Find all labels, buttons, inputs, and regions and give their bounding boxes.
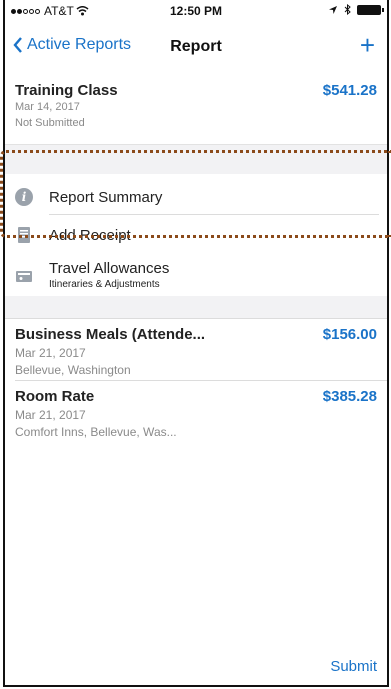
report-date: Mar 14, 2017 — [15, 101, 80, 113]
travel-allowance-icon — [16, 271, 32, 282]
report-summary-item[interactable]: i Report Summary — [5, 182, 387, 212]
bluetooth-icon — [344, 4, 351, 15]
expense-name: Room Rate — [15, 388, 95, 405]
battery-icon — [357, 4, 384, 15]
location-icon — [329, 5, 337, 14]
expense-date: Mar 21, 2017 — [15, 408, 86, 422]
report-summary-label: Report Summary — [49, 188, 163, 206]
travel-allowances-item[interactable]: Travel Allowances Itineraries & Adjustme… — [5, 258, 387, 294]
section-divider — [5, 296, 387, 319]
expense-entry[interactable]: Room Rate $385.28 Mar 21, 2017 Comfort I… — [5, 380, 387, 442]
submit-button[interactable]: Submit — [330, 658, 377, 675]
info-icon: i — [15, 188, 33, 206]
phone-screen: AT&T 12:50 PM Active Reports Report + Tr… — [3, 0, 389, 687]
expense-amount: $385.28 — [322, 388, 377, 405]
chevron-left-icon — [13, 37, 22, 53]
travel-allowances-sublabel: Itineraries & Adjustments — [49, 279, 160, 290]
add-button[interactable]: + — [360, 30, 375, 61]
status-icons — [328, 4, 384, 15]
add-receipt-item[interactable]: Add Receipt — [5, 220, 387, 250]
report-status: Not Submitted — [15, 117, 85, 129]
receipt-icon — [18, 227, 30, 243]
section-divider — [5, 144, 387, 175]
add-receipt-label: Add Receipt — [49, 226, 131, 244]
expense-amount: $156.00 — [322, 326, 377, 343]
report-name: Training Class — [15, 82, 118, 99]
expense-date: Mar 21, 2017 — [15, 346, 86, 360]
back-label: Active Reports — [27, 36, 132, 53]
report-total: $541.28 — [322, 82, 377, 99]
expense-entry[interactable]: Business Meals (Attende... $156.00 Mar 2… — [5, 318, 387, 380]
report-header: Training Class Mar 14, 2017 Not Submitte… — [5, 78, 387, 142]
expense-location: Bellevue, Washington — [15, 363, 131, 377]
status-bar: AT&T 12:50 PM — [5, 0, 387, 22]
expense-location: Comfort Inns, Bellevue, Was... — [15, 425, 177, 439]
travel-allowances-label: Travel Allowances — [49, 260, 170, 277]
back-button[interactable]: Active Reports — [13, 36, 131, 54]
report-actions: i Report Summary Add Receipt Travel Allo… — [5, 174, 387, 296]
navigation-bar: Active Reports Report + — [5, 30, 387, 66]
menu-separator — [49, 214, 379, 215]
expense-name: Business Meals (Attende... — [15, 326, 206, 343]
